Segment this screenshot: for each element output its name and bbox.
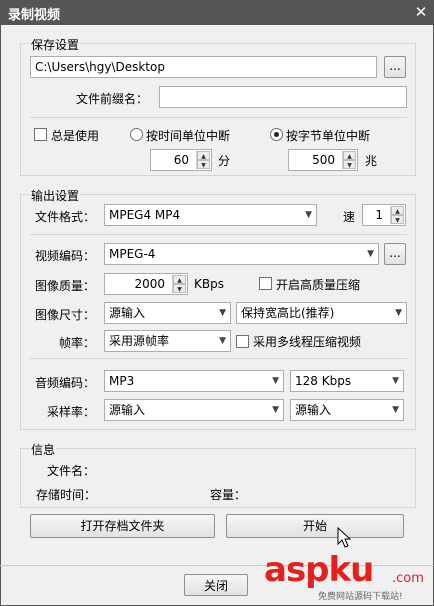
save-divider xyxy=(30,117,407,118)
start-button[interactable]: 开始 xyxy=(226,514,404,538)
watermark-logo: aspku xyxy=(264,550,374,590)
video-codec-select[interactable]: MPEG-4 ▼ xyxy=(104,243,379,265)
quality-stepper[interactable]: 2000 ▲ ▼ xyxy=(104,273,188,295)
aspect-value: 保持宽高比(推荐) xyxy=(241,306,335,320)
fps-label: 帧率： xyxy=(59,336,96,350)
samplerate-label: 采样率： xyxy=(47,405,96,419)
time-value-stepper[interactable]: 60 ▲ ▼ xyxy=(150,149,212,171)
size-value: 源输入 xyxy=(109,306,146,320)
spin-up-icon[interactable]: ▲ xyxy=(391,206,404,215)
time-spin-buttons[interactable]: ▲ ▼ xyxy=(196,151,210,169)
speed-value: 1 xyxy=(375,208,383,222)
size-select[interactable]: 源输入 ▼ xyxy=(104,302,231,324)
info-duration-label: 存储时间： xyxy=(36,488,97,502)
byte-value: 500 xyxy=(312,153,335,167)
chevron-down-icon: ▼ xyxy=(395,308,402,318)
size-label: 图像尺寸： xyxy=(35,308,96,322)
chevron-down-icon: ▼ xyxy=(305,210,312,220)
speed-label: 速 xyxy=(343,210,356,224)
audio-codec-label: 音频编码： xyxy=(35,376,96,390)
chevron-down-icon: ▼ xyxy=(219,308,226,318)
save-settings-title: 保存设置 xyxy=(30,36,81,53)
spin-up-icon[interactable]: ▲ xyxy=(173,275,186,284)
chevron-down-icon: ▼ xyxy=(272,376,279,386)
byte-split-label: 按字节单位中断 xyxy=(286,129,371,143)
samplerate-value: 源输入 xyxy=(109,403,146,417)
prefix-input[interactable] xyxy=(159,86,407,108)
hq-compress-checkbox[interactable] xyxy=(259,277,272,290)
samplerate-select[interactable]: 源输入 ▼ xyxy=(104,399,284,421)
spin-down-icon[interactable]: ▼ xyxy=(197,160,210,169)
output-divider-2 xyxy=(30,358,407,359)
audio-bitrate-value: 128 Kbps xyxy=(295,374,352,388)
byte-split-radio[interactable] xyxy=(270,128,283,141)
watermark-sub: 免费网站源码下载站! xyxy=(318,592,403,602)
close-button[interactable]: 关闭 xyxy=(184,574,248,596)
multithread-label: 采用多线程压缩视频 xyxy=(253,335,362,349)
close-icon[interactable]: ✕ xyxy=(411,2,431,22)
spin-up-icon[interactable]: ▲ xyxy=(197,151,210,160)
info-size-label: 容量： xyxy=(210,488,247,502)
channels-select[interactable]: 源输入 ▼ xyxy=(290,399,404,421)
title-bar xyxy=(0,0,434,25)
output-settings-title: 输出设置 xyxy=(30,187,81,204)
browse-path-button[interactable]: ... xyxy=(384,56,406,78)
chevron-down-icon: ▼ xyxy=(219,336,226,346)
video-codec-value: MPEG-4 xyxy=(109,247,156,261)
audio-codec-select[interactable]: MP3 ▼ xyxy=(104,370,284,392)
hq-compress-label: 开启高质量压缩 xyxy=(276,278,361,292)
quality-value: 2000 xyxy=(134,277,165,291)
time-value: 60 xyxy=(173,153,189,167)
audio-bitrate-select[interactable]: 128 Kbps ▼ xyxy=(290,370,404,392)
chevron-down-icon: ▼ xyxy=(392,376,399,386)
time-split-radio[interactable] xyxy=(130,128,143,141)
spin-down-icon[interactable]: ▼ xyxy=(173,284,186,293)
window-title: 录制视频 xyxy=(8,8,61,23)
format-value: MPEG4 MP4 xyxy=(109,208,181,222)
byte-unit-label: 兆 xyxy=(365,154,378,168)
multithread-checkbox[interactable] xyxy=(236,335,249,348)
channels-value: 源输入 xyxy=(295,403,332,417)
aspect-select[interactable]: 保持宽高比(推荐) ▼ xyxy=(236,302,407,324)
spin-up-icon[interactable]: ▲ xyxy=(343,151,356,160)
speed-stepper[interactable]: 1 ▲ ▼ xyxy=(362,204,406,226)
spin-down-icon[interactable]: ▼ xyxy=(391,215,404,224)
open-folder-button[interactable]: 打开存档文件夹 xyxy=(30,514,215,538)
spin-down-icon[interactable]: ▼ xyxy=(343,160,356,169)
output-divider-1 xyxy=(30,234,407,235)
always-use-checkbox[interactable] xyxy=(34,128,47,141)
video-codec-settings-button[interactable]: ... xyxy=(384,243,406,265)
chevron-down-icon: ▼ xyxy=(392,405,399,415)
time-split-label: 按时间单位中断 xyxy=(146,129,231,143)
save-path-input[interactable]: C:\Users\hgy\Desktop xyxy=(30,56,377,78)
quality-unit: KBps xyxy=(194,277,224,291)
watermark-dot: .com xyxy=(392,571,424,586)
quality-label: 图像质量： xyxy=(35,279,96,293)
video-codec-label: 视频编码： xyxy=(35,249,96,263)
prefix-label: 文件前缀名： xyxy=(76,92,149,106)
always-use-label: 总是使用 xyxy=(51,129,100,143)
byte-value-stepper[interactable]: 500 ▲ ▼ xyxy=(288,149,358,171)
chevron-down-icon: ▼ xyxy=(367,249,374,259)
audio-codec-value: MP3 xyxy=(109,374,135,388)
info-title: 信息 xyxy=(30,441,57,458)
quality-spin-buttons[interactable]: ▲ ▼ xyxy=(172,275,186,293)
speed-spin-buttons[interactable]: ▲ ▼ xyxy=(390,206,404,224)
format-select[interactable]: MPEG4 MP4 ▼ xyxy=(104,204,317,226)
mouse-cursor-icon xyxy=(337,527,352,548)
byte-spin-buttons[interactable]: ▲ ▼ xyxy=(342,151,356,169)
info-filename-label: 文件名： xyxy=(47,464,96,478)
chevron-down-icon: ▼ xyxy=(272,405,279,415)
fps-value: 采用源帧率 xyxy=(109,334,170,348)
watermark-main: aspku xyxy=(264,550,374,590)
format-label: 文件格式： xyxy=(35,210,96,224)
time-unit-label: 分 xyxy=(218,154,231,168)
fps-select[interactable]: 采用源帧率 ▼ xyxy=(104,330,231,352)
